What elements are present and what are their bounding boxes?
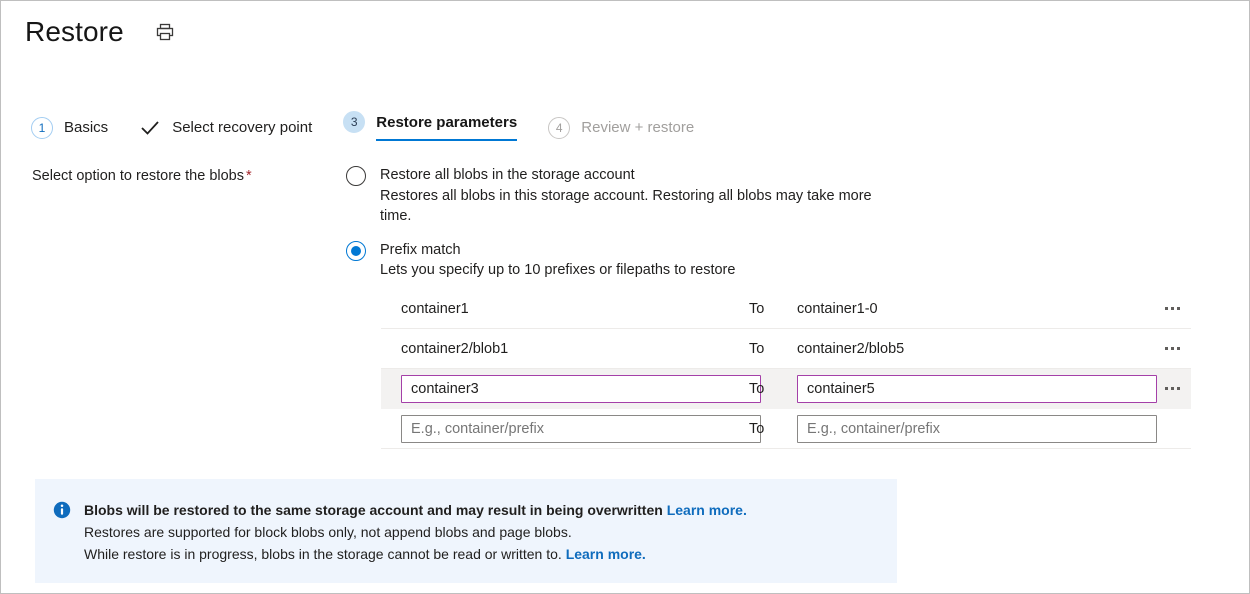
- row-menu-cell: [1157, 336, 1199, 362]
- restore-option-group: Restore all blobs in the storage account…: [346, 165, 906, 281]
- radio-option-title: Prefix match: [380, 240, 735, 261]
- ellipsis-dot: [1165, 307, 1168, 310]
- prefix-destination-input[interactable]: [797, 415, 1157, 443]
- ellipsis-dot: [1177, 347, 1180, 350]
- wizard-steps: 1 Basics Select recovery point 3 Restore…: [31, 111, 694, 147]
- restore-option-label: Select option to restore the blobs*: [32, 168, 252, 184]
- prefix-destination-cell: [789, 415, 1157, 443]
- radio-option-title: Restore all blobs in the storage account: [380, 165, 906, 186]
- info-banner-line-2: Restores are supported for block blobs o…: [84, 522, 747, 544]
- radio-option-restore-all-blobs[interactable]: Restore all blobs in the storage account…: [346, 165, 906, 227]
- wizard-step-restore-parameters[interactable]: 3 Restore parameters: [343, 111, 517, 144]
- prefix-source-input[interactable]: [401, 415, 761, 443]
- prefix-source-value: container1: [401, 301, 469, 317]
- prefix-source-cell: [381, 415, 749, 443]
- step-number-badge: 1: [31, 117, 53, 139]
- prefix-source-input[interactable]: [401, 375, 761, 403]
- prefix-destination-input[interactable]: [797, 375, 1157, 403]
- ellipsis-dot: [1171, 307, 1174, 310]
- ellipsis-icon[interactable]: [1157, 296, 1187, 322]
- ellipsis-dot: [1165, 347, 1168, 350]
- blade-header: Restore: [1, 1, 1249, 63]
- radio-option-text: Restore all blobs in the storage account…: [380, 165, 906, 227]
- ellipsis-dot: [1165, 387, 1168, 390]
- radio-option-text: Prefix match Lets you specify up to 10 p…: [380, 240, 735, 281]
- printer-glyph: [155, 22, 175, 42]
- step-label: Restore parameters: [376, 114, 517, 131]
- to-label: To: [749, 341, 789, 357]
- row-menu-cell: [1157, 296, 1199, 322]
- radio-prefix-match[interactable]: [346, 241, 366, 261]
- prefix-destination-cell: container2/blob5: [789, 340, 1157, 358]
- restore-blade: Restore 1 Basics Select recovery point: [0, 0, 1250, 594]
- step-inner: 3 Restore parameters: [343, 111, 517, 133]
- step-number-badge: 3: [343, 111, 365, 133]
- page-title: Restore: [25, 18, 124, 46]
- restore-option-label-text: Select option to restore the blobs: [32, 168, 244, 184]
- prefix-source-value: container2/blob1: [401, 341, 508, 357]
- radio-option-description: Lets you specify up to 10 prefixes or fi…: [380, 260, 735, 281]
- ellipsis-dot: [1177, 387, 1180, 390]
- info-banner: Blobs will be restored to the same stora…: [35, 479, 897, 583]
- ellipsis-dot: [1171, 387, 1174, 390]
- prefix-destination-value: container2/blob5: [797, 341, 904, 357]
- prefix-source-cell: container2/blob1: [381, 340, 749, 358]
- info-banner-line-1: Blobs will be restored to the same stora…: [84, 500, 747, 522]
- check-icon: [139, 117, 161, 139]
- step-label: Basics: [64, 119, 108, 136]
- info-glyph: [53, 501, 71, 519]
- table-row-empty[interactable]: To: [381, 409, 1191, 449]
- prefix-destination-value: container1-0: [797, 301, 878, 317]
- prefix-destination-cell: [789, 375, 1157, 403]
- radio-restore-all-blobs[interactable]: [346, 166, 366, 186]
- step-number-badge: 4: [548, 117, 570, 139]
- learn-more-link-2[interactable]: Learn more.: [566, 546, 646, 562]
- table-row[interactable]: container2/blob1 To container2/blob5: [381, 329, 1191, 369]
- radio-option-description: Restores all blobs in this storage accou…: [380, 186, 906, 227]
- table-row-active[interactable]: To: [381, 369, 1191, 409]
- info-banner-text: Blobs will be restored to the same stora…: [84, 500, 747, 565]
- step-label: Review + restore: [581, 119, 694, 136]
- active-step-underline: [376, 139, 517, 141]
- info-banner-line-3: While restore is in progress, blobs in t…: [84, 544, 747, 566]
- wizard-step-select-recovery-point[interactable]: Select recovery point: [139, 111, 312, 144]
- prefix-match-table: container1 To container1-0 container2/bl…: [381, 289, 1191, 449]
- info-banner-line-3-text: While restore is in progress, blobs in t…: [84, 546, 566, 562]
- check-glyph: [140, 120, 160, 136]
- info-icon: [53, 501, 71, 519]
- ellipsis-dot: [1177, 307, 1180, 310]
- to-label: To: [749, 421, 789, 437]
- row-menu-cell: [1157, 376, 1199, 402]
- info-banner-line-1-text: Blobs will be restored to the same stora…: [84, 502, 667, 518]
- step-label: Select recovery point: [172, 119, 312, 136]
- to-label: To: [749, 381, 789, 397]
- table-row[interactable]: container1 To container1-0: [381, 289, 1191, 329]
- prefix-source-cell: container1: [381, 300, 749, 318]
- printer-icon[interactable]: [151, 18, 179, 46]
- ellipsis-icon[interactable]: [1157, 336, 1187, 362]
- prefix-source-cell: [381, 375, 749, 403]
- learn-more-link-1[interactable]: Learn more.: [667, 502, 747, 518]
- required-marker: *: [246, 168, 252, 184]
- ellipsis-dot: [1171, 347, 1174, 350]
- prefix-destination-cell: container1-0: [789, 300, 1157, 318]
- wizard-step-basics[interactable]: 1 Basics: [31, 111, 108, 144]
- ellipsis-icon[interactable]: [1157, 376, 1187, 402]
- to-label: To: [749, 301, 789, 317]
- radio-option-prefix-match[interactable]: Prefix match Lets you specify up to 10 p…: [346, 240, 906, 281]
- wizard-step-review-restore[interactable]: 4 Review + restore: [548, 111, 694, 144]
